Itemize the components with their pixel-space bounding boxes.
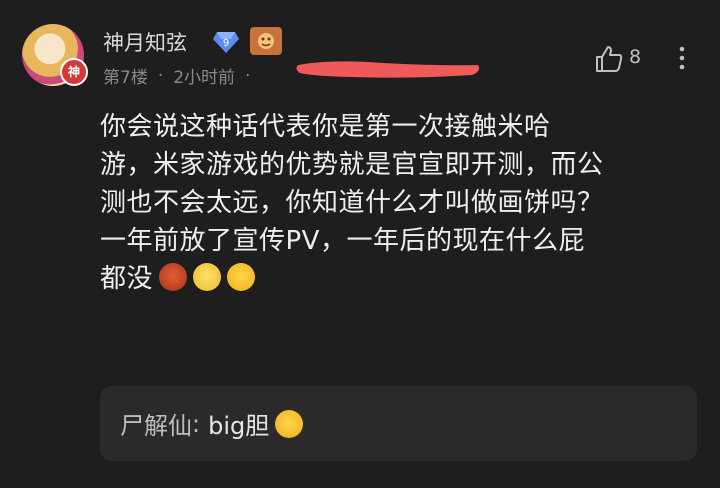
avatar-badge: 神 [60, 58, 88, 86]
floor-number: 第7楼 [103, 68, 148, 88]
grin-sweat-emoji-icon [275, 409, 304, 438]
sweat-emoji-icon [193, 263, 222, 291]
level-badge-icon: 9 [213, 32, 239, 53]
reply-separator: : [192, 409, 201, 438]
redaction-mark [296, 61, 480, 78]
reply-content: 尸解仙 : big胆 [120, 406, 304, 441]
comment-line: 一年前放了宣传PV，一年后的现在什么屁 [100, 226, 585, 256]
level-number: 9 [223, 38, 229, 49]
comment-line: 测也不会太远，你知道什么才叫做画饼吗？ [100, 188, 604, 218]
username[interactable]: 神月知弦 [103, 27, 187, 57]
thumbs-up-icon[interactable] [594, 44, 624, 74]
meta-separator: · [245, 65, 251, 86]
comment-line-last: 都没 [100, 260, 690, 298]
comment-line: 游，米家游戏的优势就是官宣即开测，而公 [100, 150, 604, 180]
medal-badge-icon [250, 27, 282, 55]
reply-text: big胆 [208, 412, 270, 440]
post-time: 2小时前 [173, 68, 236, 88]
comment-meta: 第7楼 · 2小时前 · [103, 63, 260, 89]
like-count[interactable]: 8 [629, 46, 641, 68]
comment-body: 你会说这种话代表你是第一次接触米哈 游，米家游戏的优势就是官宣即开测，而公 测也… [100, 108, 690, 298]
reply-preview[interactable]: 尸解仙 : big胆 [100, 386, 697, 461]
more-options-icon[interactable] [673, 43, 691, 73]
reply-author[interactable]: 尸解仙 [120, 406, 192, 441]
comment-line-text: 都没 [100, 264, 154, 294]
comment-line: 你会说这种话代表你是第一次接触米哈 [100, 112, 551, 142]
angry-emoji-icon [159, 263, 188, 291]
avatar[interactable]: 神 [22, 24, 88, 86]
grin-sweat-emoji-icon [227, 263, 256, 291]
meta-separator: · [157, 65, 164, 86]
